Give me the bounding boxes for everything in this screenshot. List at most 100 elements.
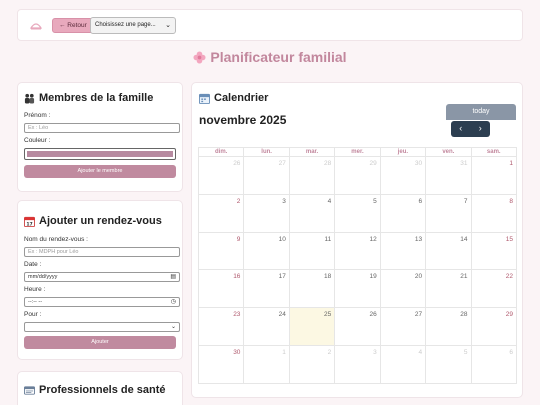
calendar-day-cell[interactable]: 18 <box>288 269 336 309</box>
health-professionals-card: Professionnels de santé <box>17 371 183 405</box>
calendar-day-cell[interactable]: 17 <box>243 269 290 309</box>
calendar-week-row: 16 17 18 19 20 21 22 <box>197 269 518 309</box>
first-name-label: Prénom : <box>24 112 51 119</box>
flower-logo-icon <box>30 23 42 30</box>
member-select[interactable]: ⌄ <box>24 322 180 332</box>
appointment-name-label: Nom du rendez-vous : <box>24 236 88 243</box>
calendar-day-cell[interactable]: 6 <box>379 193 427 233</box>
weekday-header: sam. <box>470 147 518 157</box>
calendar-day-cell[interactable]: 1 <box>470 156 518 195</box>
prev-month-icon[interactable]: ‹ <box>451 121 471 137</box>
calendar-day-cell[interactable]: 13 <box>379 231 427 271</box>
top-bar: ← Retour Choisissez une page... ⌄ <box>17 9 523 41</box>
family-icon <box>24 93 35 104</box>
add-appointment-button[interactable]: Ajouter <box>24 336 176 349</box>
calendar-day-cell[interactable]: 30 <box>379 156 427 195</box>
calendar-day-cell[interactable]: 2 <box>197 193 245 233</box>
calendar-day-cell[interactable]: 11 <box>288 231 336 271</box>
calendar-week-row: 26 27 28 29 30 31 1 <box>197 156 518 195</box>
page-title: Planificateur familial <box>0 49 540 65</box>
calendar-week-row: 30 1 2 3 4 5 6 <box>197 344 518 384</box>
health-professionals-heading: Professionnels de santé <box>24 384 166 396</box>
calendar-day-cell[interactable]: 3 <box>334 344 381 384</box>
calendar-day-cell[interactable]: 6 <box>470 344 518 384</box>
calendar-day-cell[interactable]: 29 <box>334 156 381 195</box>
page-title-text: Planificateur familial <box>210 49 347 65</box>
calendar-day-cell[interactable]: 26 <box>197 156 245 195</box>
appointment-name-input[interactable]: Ex : MDPH pour Léo <box>24 247 180 257</box>
calendar-icon: 17 <box>24 216 35 227</box>
calendar-week-row: 23 24 25 26 27 28 29 <box>197 307 518 346</box>
family-members-card: Membres de la famille Prénom : Ex : Léo … <box>17 82 183 192</box>
first-name-input[interactable]: Ex : Léo <box>24 123 180 133</box>
for-label: Pour : <box>24 311 42 318</box>
flower-icon <box>193 51 206 64</box>
weekday-header: mer. <box>334 147 381 157</box>
add-appointment-card: 17 Ajouter un rendez-vous Nom du rendez-… <box>17 200 183 360</box>
calendar-day-cell[interactable]: 14 <box>425 231 472 271</box>
clock-icon[interactable]: ◷ <box>171 298 176 306</box>
calendar-day-cell[interactable]: 20 <box>379 269 427 309</box>
svg-text:17: 17 <box>26 221 32 226</box>
weekday-header: lun. <box>243 147 290 157</box>
calendar-day-cell[interactable]: 16 <box>197 269 245 309</box>
page-select[interactable]: Choisissez une page... ⌄ <box>90 17 176 34</box>
calendar-day-cell[interactable]: 10 <box>243 231 290 271</box>
color-label: Couleur : <box>24 137 51 144</box>
calendar-heading: Calendrier <box>199 92 268 104</box>
calendar-day-cell[interactable]: 19 <box>334 269 381 309</box>
calendar-day-cell[interactable]: 28 <box>425 307 472 346</box>
weekday-header: ven. <box>425 147 472 157</box>
back-button[interactable]: ← Retour <box>52 18 94 33</box>
add-appointment-heading: 17 Ajouter un rendez-vous <box>24 215 162 227</box>
calendar-day-cell[interactable]: 2 <box>288 344 336 384</box>
family-members-heading: Membres de la famille <box>24 92 153 104</box>
month-navigation: ‹ › <box>451 121 490 137</box>
calendar-day-cell[interactable]: 22 <box>470 269 518 309</box>
calendar-week-row: 2345678 <box>197 193 518 233</box>
add-member-button[interactable]: Ajouter le membre <box>24 165 176 178</box>
card-index-icon <box>24 385 35 395</box>
calendar-day-cell[interactable]: 26 <box>334 307 381 346</box>
calendar-day-cell[interactable]: 28 <box>288 156 336 195</box>
next-month-icon[interactable]: › <box>471 121 491 137</box>
weekday-header: dim. <box>197 147 245 157</box>
chevron-down-icon: ⌄ <box>170 324 176 330</box>
page-select-value: Choisissez une page... <box>95 22 156 28</box>
calendar-day-cell[interactable]: 30 <box>197 344 245 384</box>
time-input[interactable]: --:-- -- ◷ <box>24 297 180 307</box>
calendar-month-title: novembre 2025 <box>199 113 287 127</box>
calendar-day-cell[interactable]: 5 <box>334 193 381 233</box>
calendar-day-cell[interactable]: 1 <box>243 344 290 384</box>
calendar-day-cell[interactable]: 4 <box>379 344 427 384</box>
today-button[interactable]: today <box>446 104 516 120</box>
calendar-card: Calendrier novembre 2025 today ‹ › dim. l… <box>191 82 523 398</box>
chevron-down-icon: ⌄ <box>165 22 171 29</box>
calendar-day-cell[interactable]: 27 <box>243 156 290 195</box>
calendar-day-cell[interactable]: 25 <box>288 307 336 346</box>
weekday-header: jeu. <box>379 147 427 157</box>
calendar-day-cell[interactable]: 3 <box>243 193 290 233</box>
calendar-day-cell[interactable]: 23 <box>197 307 245 346</box>
date-label: Date : <box>24 261 42 268</box>
calendar-day-cell[interactable]: 12 <box>334 231 381 271</box>
calendar-day-cell[interactable]: 24 <box>243 307 290 346</box>
calendar-grid: dim. lun. mar. mer. jeu. ven. sam. 26 27 28 29 30 3… <box>197 147 518 384</box>
calendar-icon <box>199 93 210 104</box>
calendar-day-cell[interactable]: 5 <box>425 344 472 384</box>
calendar-day-cell[interactable]: 21 <box>425 269 472 309</box>
calendar-day-cell[interactable]: 4 <box>288 193 336 233</box>
calendar-day-cell[interactable]: 8 <box>470 193 518 233</box>
calendar-day-cell[interactable]: 7 <box>425 193 472 233</box>
color-picker[interactable] <box>24 148 176 160</box>
calendar-picker-icon[interactable]: ▤ <box>170 273 176 281</box>
weekday-header: mar. <box>288 147 336 157</box>
calendar-week-row: 9 10 11 12 13 14 15 <box>197 231 518 271</box>
time-label: Heure : <box>24 286 46 293</box>
calendar-day-cell[interactable]: 9 <box>197 231 245 271</box>
date-input[interactable]: mm/dd/yyyy ▤ <box>24 272 180 282</box>
calendar-day-cell[interactable]: 15 <box>470 231 518 271</box>
calendar-day-cell[interactable]: 31 <box>425 156 472 195</box>
calendar-day-cell[interactable]: 29 <box>470 307 518 346</box>
calendar-day-cell[interactable]: 27 <box>379 307 427 346</box>
